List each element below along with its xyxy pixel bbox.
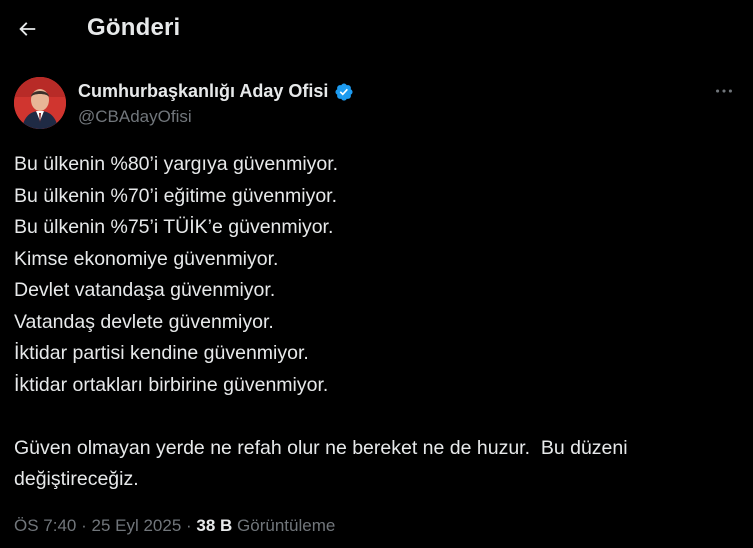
verified-badge-icon bbox=[335, 82, 353, 101]
tweet-line: Bu ülkenin %70’i eğitime güvenmiyor. bbox=[14, 184, 338, 207]
name-row: Cumhurbaşkanlığı Aday Ofisi bbox=[78, 81, 354, 102]
tweet-text: Bu ülkenin %80’i yargıya güvenmiyor. Bu … bbox=[14, 149, 739, 496]
tweet-line: İktidar partisi kendine güvenmiyor. bbox=[14, 342, 309, 364]
tweet-date[interactable]: 25 Eyl 2025 bbox=[91, 516, 181, 535]
author-display-name[interactable]: Cumhurbaşkanlığı Aday Ofisi bbox=[78, 81, 328, 102]
more-button[interactable] bbox=[709, 79, 739, 103]
tweet-meta: ÖS 7:40 · 25 Eyl 2025 · 38 B Görüntüleme bbox=[14, 516, 335, 536]
tweet-line: Vatandaş devlete güvenmiyor. bbox=[14, 310, 274, 333]
author-handle[interactable]: @CBAdayOfisi bbox=[78, 107, 192, 127]
tweet-line: Devlet vatandaşa güvenmiyor. bbox=[14, 279, 276, 301]
page-title: Gönderi bbox=[87, 14, 181, 41]
tweet-closing-line: değiştireceğiz. bbox=[14, 468, 139, 490]
tweet-author: Cumhurbaşkanlığı Aday Ofisi @CBAdayOfisi bbox=[14, 77, 739, 133]
meta-separator: · bbox=[181, 516, 197, 535]
avatar-image bbox=[14, 77, 66, 129]
tweet-time[interactable]: ÖS 7:40 bbox=[14, 516, 76, 535]
views-count: 38 B bbox=[196, 516, 233, 535]
arrow-left-icon bbox=[19, 22, 36, 36]
more-horizontal-icon bbox=[716, 89, 732, 93]
back-button[interactable] bbox=[8, 10, 46, 48]
tweet-closing-line: Güven olmayan yerde ne refah olur ne ber… bbox=[14, 436, 628, 459]
tweet-line: Bu ülkenin %75’i TÜİK’e güvenmiyor. bbox=[14, 216, 334, 238]
meta-separator: · bbox=[76, 516, 92, 535]
avatar[interactable] bbox=[14, 77, 66, 129]
page-header: Gönderi bbox=[0, 0, 753, 58]
tweet-line: Bu ülkenin %80’i yargıya güvenmiyor. bbox=[14, 153, 339, 175]
tweet-line: Kimse ekonomiye güvenmiyor. bbox=[14, 247, 279, 270]
tweet-line: İktidar ortakları birbirine güvenmiyor. bbox=[14, 373, 329, 396]
views-label: Görüntüleme bbox=[237, 516, 336, 535]
